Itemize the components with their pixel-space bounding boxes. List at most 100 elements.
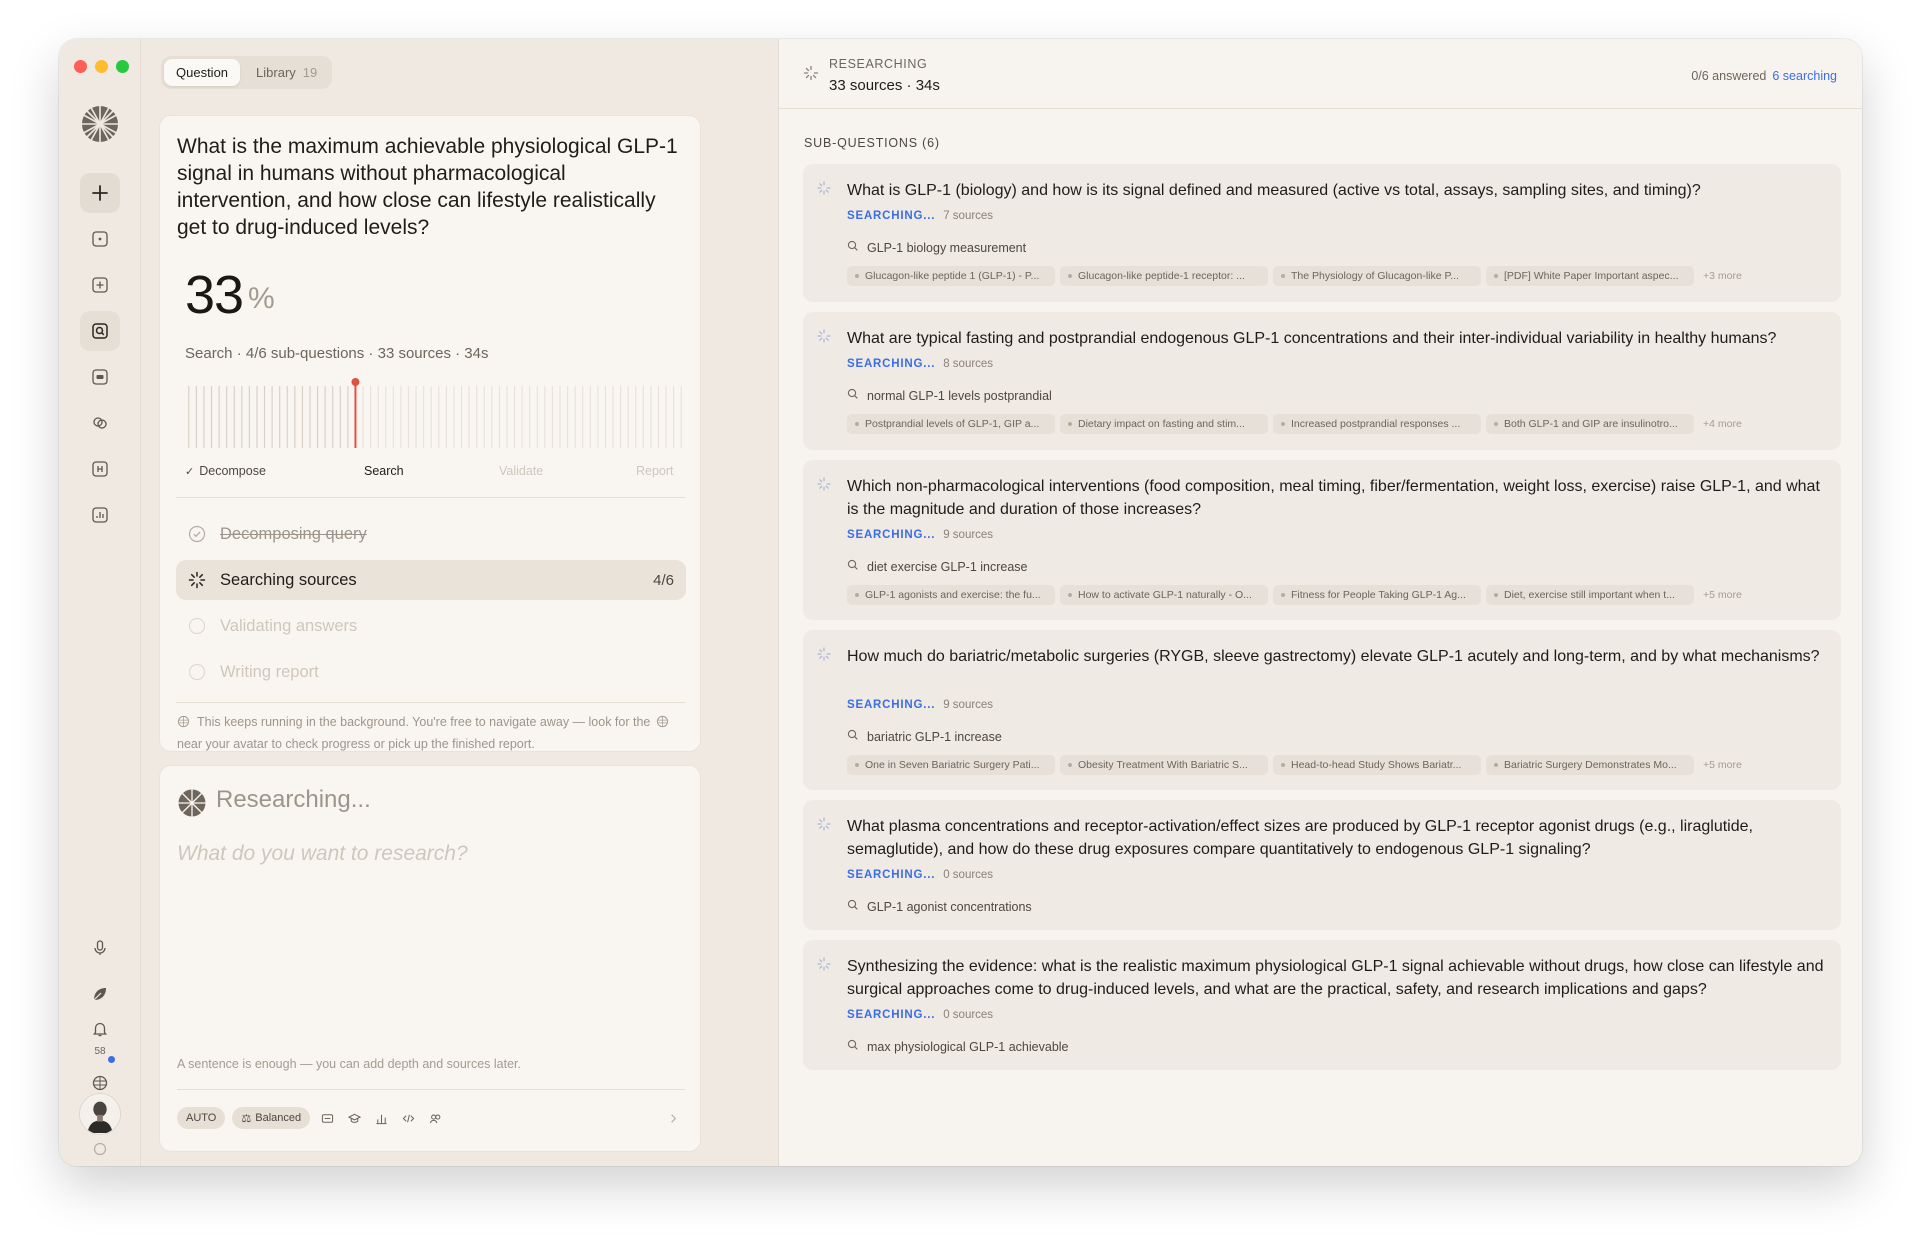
more-sources-link[interactable]: +5 more — [1703, 589, 1742, 601]
rail-item-add[interactable] — [80, 265, 120, 305]
divider — [176, 702, 686, 703]
source-chip[interactable]: Fitness for People Taking GLP-1 Ag... — [1273, 585, 1481, 605]
avatar[interactable] — [79, 1093, 121, 1135]
source-count: 0 sources — [943, 1009, 994, 1021]
source-chip[interactable]: Obesity Treatment With Bariatric S... — [1060, 755, 1268, 775]
source-chip[interactable]: Diet, exercise still important when t... — [1486, 585, 1694, 605]
card-icon — [321, 1113, 333, 1123]
rail-item-new-note[interactable] — [80, 219, 120, 259]
timeline-tick — [324, 386, 326, 448]
source-chip[interactable]: GLP-1 agonists and exercise: the fu... — [847, 585, 1055, 605]
loading-spinner-icon — [817, 329, 831, 348]
timeline-tick — [400, 386, 402, 448]
stage-report: Report — [636, 464, 674, 478]
progress-meta: Search · 4/6 sub-questions · 33 sources … — [185, 345, 489, 362]
subquestion-card[interactable]: How much do bariatric/metabolic surgerie… — [803, 630, 1841, 790]
loading-spinner-icon — [817, 181, 831, 200]
code-button[interactable] — [398, 1108, 418, 1128]
subquestion-title: What plasma concentrations and receptor-… — [847, 818, 1753, 858]
leaf-button[interactable] — [80, 974, 120, 1014]
subquestion-card[interactable]: Synthesizing the evidence: what is the r… — [803, 940, 1841, 1070]
app-window: 58 Question Library 19 What is the maximu… — [59, 39, 1862, 1166]
timeline-tick — [430, 386, 432, 448]
maximize-window-button[interactable] — [116, 60, 129, 73]
rail-item-links[interactable] — [80, 403, 120, 443]
source-chip[interactable]: How to activate GLP-1 naturally - O... — [1060, 585, 1268, 605]
more-sources-link[interactable]: +3 more — [1703, 270, 1742, 282]
auto-toggle[interactable]: AUTO — [177, 1107, 226, 1129]
subquestion-card[interactable]: Which non-pharmacological interventions … — [803, 460, 1841, 620]
close-window-button[interactable] — [74, 60, 87, 73]
source-chip[interactable]: Dietary impact on fasting and stim... — [1060, 414, 1268, 434]
source-chip[interactable]: Head-to-head Study Shows Bariatr... — [1273, 755, 1481, 775]
timeline-tick — [476, 386, 478, 448]
source-chip[interactable]: Glucagon-like peptide-1 receptor: ... — [1060, 266, 1268, 286]
notifications-button[interactable] — [80, 1014, 120, 1044]
timeline-tick — [271, 386, 273, 448]
search-query-text: GLP-1 biology measurement — [867, 240, 1027, 255]
people-button[interactable] — [425, 1108, 445, 1128]
source-count: 9 sources — [943, 529, 994, 541]
academic-button[interactable] — [344, 1108, 364, 1128]
source-chip[interactable]: Glucagon-like peptide 1 (GLP-1) - P... — [847, 266, 1055, 286]
rail-item-analytics[interactable] — [80, 495, 120, 535]
attach-button[interactable] — [317, 1108, 337, 1128]
auto-toggle-label: AUTO — [186, 1112, 217, 1124]
subquestion-title: What is GLP-1 (biology) and how is its s… — [847, 182, 1701, 199]
research-input[interactable]: What do you want to research? — [177, 842, 468, 866]
people-icon — [429, 1114, 440, 1123]
timeline-tick — [680, 386, 682, 448]
app-logo-icon[interactable] — [80, 104, 120, 144]
subquestion-title: What are typical fasting and postprandia… — [847, 330, 1777, 347]
brain-icon — [92, 1075, 108, 1091]
submit-button[interactable] — [663, 1108, 683, 1128]
timeline-tick — [506, 386, 508, 448]
subquestion-title: How much do bariatric/metabolic surgerie… — [847, 648, 1820, 665]
source-chip[interactable]: [PDF] White Paper Important aspec... — [1486, 266, 1694, 286]
timeline-tick — [642, 386, 644, 448]
subquestion-card[interactable]: What are typical fasting and postprandia… — [803, 312, 1841, 450]
search-query: GLP-1 agonist concentrations — [847, 899, 1032, 914]
rail-item-media[interactable] — [80, 449, 120, 489]
source-chip[interactable]: One in Seven Bariatric Surgery Pati... — [847, 755, 1055, 775]
data-button[interactable] — [371, 1108, 391, 1128]
more-sources-link[interactable]: +5 more — [1703, 759, 1742, 771]
timeline-tick — [574, 386, 576, 448]
tab-library[interactable]: Library 19 — [244, 59, 329, 86]
timeline-tick — [597, 386, 599, 448]
subquestion-card[interactable]: What is GLP-1 (biology) and how is its s… — [803, 164, 1841, 302]
timeline-tick — [582, 386, 584, 448]
rail-item-documents[interactable] — [80, 357, 120, 397]
source-chip[interactable]: The Physiology of Glucagon-like P... — [1273, 266, 1481, 286]
microphone-button[interactable] — [80, 928, 120, 968]
composer-toolbar: AUTO ⚖ Balanced — [177, 1106, 687, 1130]
source-chip[interactable]: Postprandial levels of GLP-1, GIP a... — [847, 414, 1055, 434]
chevron-right-icon — [670, 1113, 676, 1123]
timeline-tick — [248, 386, 250, 448]
tab-question[interactable]: Question — [164, 59, 241, 86]
source-chip[interactable]: Bariatric Surgery Demonstrates Mo... — [1486, 755, 1694, 775]
more-sources-link[interactable]: +4 more — [1703, 418, 1742, 430]
background-note-text-1: This keeps running in the background. Yo… — [197, 715, 651, 729]
leaf-icon — [93, 988, 106, 1001]
timeline-tick — [188, 386, 190, 448]
timeline-tick — [559, 386, 561, 448]
timeline-tick — [627, 386, 629, 448]
searching-count[interactable]: 6 searching — [1772, 69, 1837, 83]
timeline-tick — [347, 386, 349, 448]
stage-search: Search — [364, 464, 404, 478]
mode-select[interactable]: ⚖ Balanced — [232, 1107, 311, 1129]
rail-item-research[interactable] — [80, 311, 120, 351]
user-portrait-icon — [80, 1094, 120, 1133]
source-chip[interactable]: Increased postprandial responses ... — [1273, 414, 1481, 434]
help-button[interactable] — [80, 1137, 120, 1161]
subquestion-card[interactable]: What plasma concentrations and receptor-… — [803, 800, 1841, 930]
step-validating-label: Validating answers — [220, 616, 358, 635]
source-chip[interactable]: Both GLP-1 and GIP are insulinotro... — [1486, 414, 1694, 434]
minimize-window-button[interactable] — [95, 60, 108, 73]
subquestion-status: SEARCHING... 0 sources — [847, 869, 993, 881]
status-label: SEARCHING... — [847, 869, 936, 881]
timeline-tick — [301, 386, 304, 448]
new-chat-button[interactable] — [80, 173, 120, 213]
brain-icon — [656, 714, 670, 734]
